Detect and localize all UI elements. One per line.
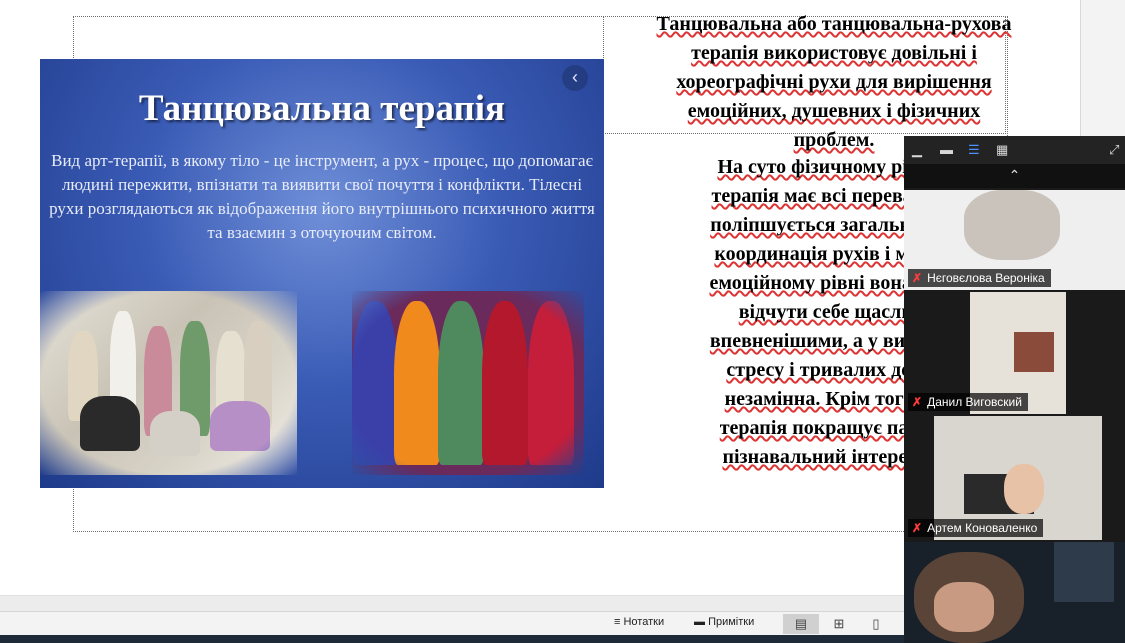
participant-name: ✗ Нєговєлова Вероніка [908,269,1051,287]
comments-button[interactable]: ▬ Примітки [694,616,754,628]
notes-button[interactable]: ≡ Нотатки [614,616,664,628]
zoom-toolbar: ▁ ▬ ☰ ▦ ⤢ [904,136,1125,164]
reading-view-button[interactable]: ▯ [858,614,894,634]
picture-title: Танцювальна терапія [138,88,506,129]
status-bar: ≡ Нотатки ▬ Примітки ▤ ⊞ ▯ [0,611,904,635]
participant-tile[interactable]: ✗ Нєговєлова Вероніка [904,190,1125,290]
scroll-up-chevron-icon[interactable]: ⌃ [904,164,1125,188]
vertical-scrollbar[interactable] [1080,0,1125,140]
participant-name: ✗ Данил Виговский [908,393,1028,411]
mic-off-icon: ✗ [912,521,923,535]
normal-view-button[interactable]: ▤ [783,614,819,634]
expand-icon[interactable]: ⤢ [1109,143,1119,157]
text-line: хореографічні рухи для вирішення [676,71,992,93]
text-line: Танцювальна або танцювальна-рухова [656,13,1012,35]
zoom-video-panel: ▁ ▬ ☰ ▦ ⤢ ⌃ ✗ Нєговєлова Вероніка ✗ Данил … [904,136,1125,643]
slide-picture[interactable]: ‹ Танцювальна терапія Вид арт-терапії, в… [40,59,604,488]
text-line: емоційних, душевних і фізичних [687,100,981,122]
participant-tile[interactable]: ✗ Данил Виговский [904,292,1125,414]
text-line: терапія використовує довільні і [691,42,977,64]
horizontal-scrollbar[interactable] [0,595,904,611]
taskbar [0,635,904,643]
mic-off-icon: ✗ [912,271,923,285]
minimize-icon[interactable]: ▁ [912,143,922,157]
dancers-photo [40,291,297,475]
gallery-strip-icon[interactable]: ☰ [968,143,980,157]
participant-name: ✗ Артем Коноваленко [908,519,1044,537]
mic-off-icon: ✗ [912,395,923,409]
grid-icon[interactable]: ▦ [996,143,1008,157]
participant-tile[interactable] [904,542,1125,643]
right-text-intro: Танцювальна або танцювальна-рухова терапі… [622,10,1046,155]
veiled-dancers-photo [352,291,584,475]
comment-icon: ▬ [694,616,709,628]
picture-description: Вид арт-терапії, в якому тіло - це інстр… [49,151,595,242]
participant-tile[interactable]: ✗ Артем Коноваленко [904,416,1125,540]
slide-sorter-button[interactable]: ⊞ [821,614,857,634]
speaker-view-icon[interactable]: ▬ [940,143,953,157]
